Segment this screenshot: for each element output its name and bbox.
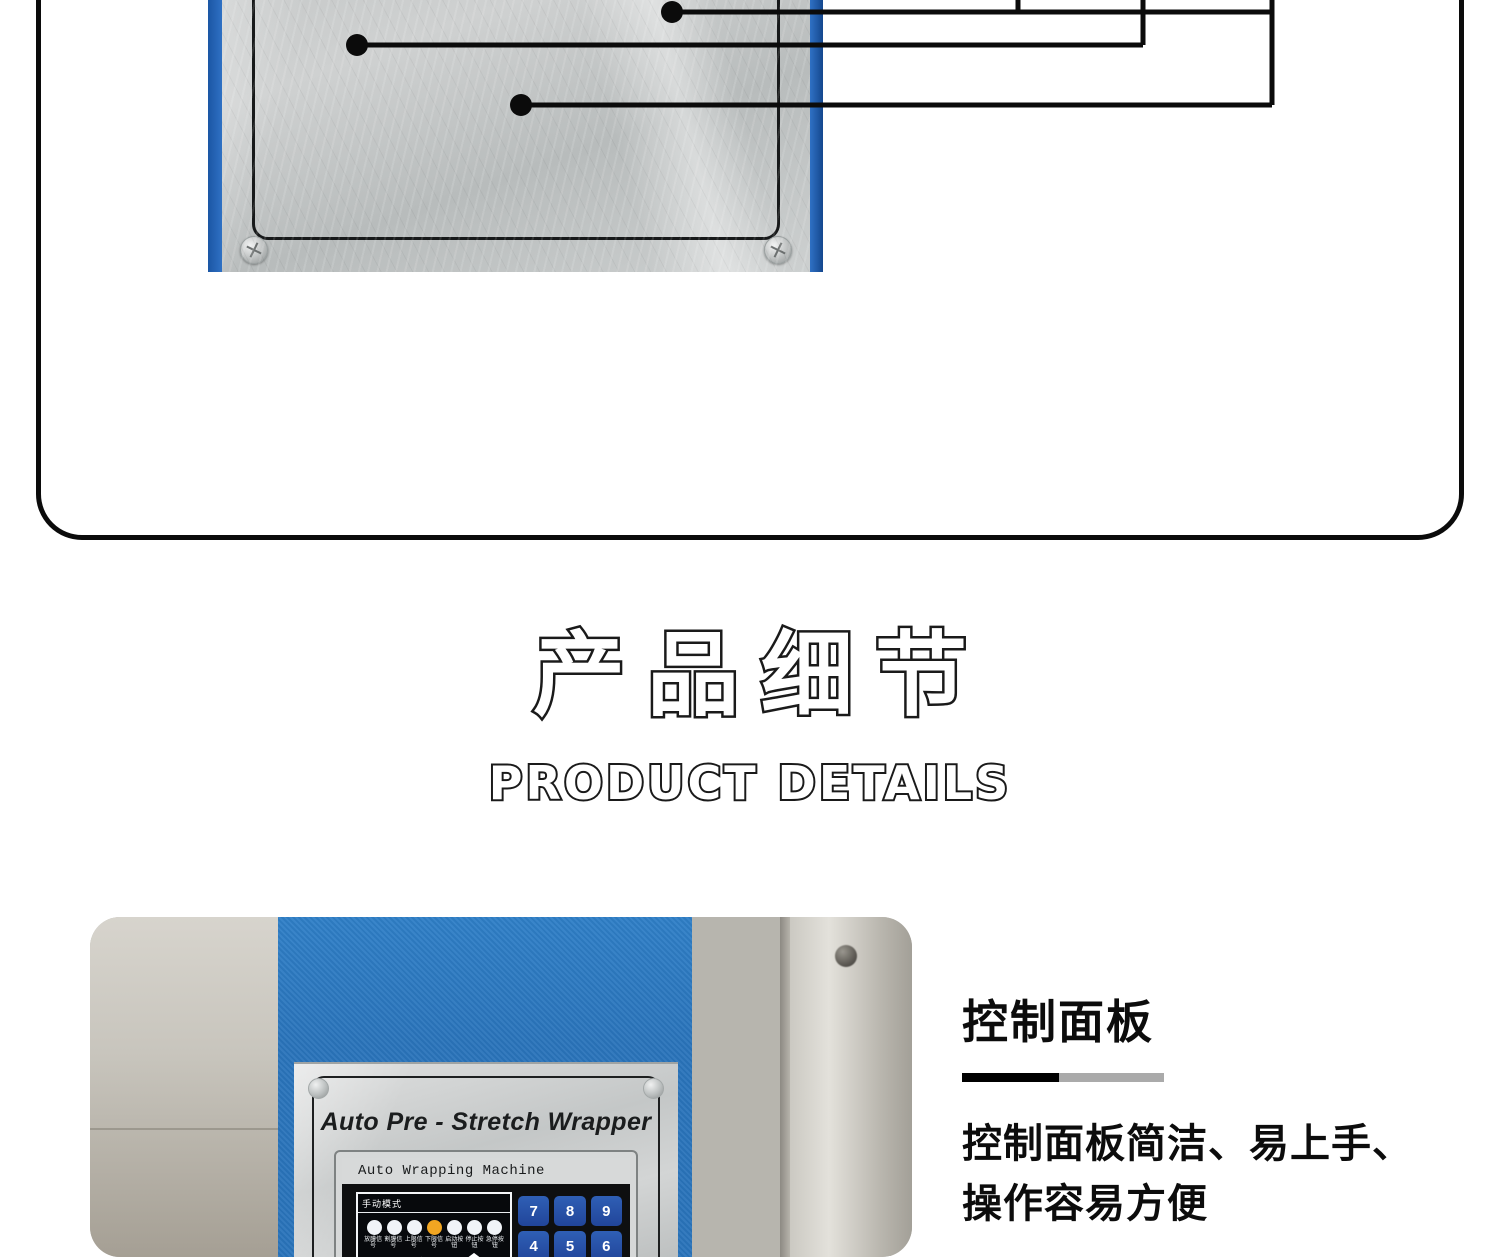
panel-faceplate: Auto Pre - Stretch Wrapper Auto Wrapping…: [294, 1062, 678, 1257]
product-details-title-block: 产品细节 PRODUCT DETAILS: [0, 630, 1500, 806]
hmi-led-active: [427, 1220, 442, 1235]
control-box-photo: 启动 START 停止 STOP 急停 EMERGENCY STOP ITALI…: [208, 0, 823, 272]
heading-divider: [962, 1073, 1164, 1082]
keypad-key-4[interactable]: 4: [518, 1231, 549, 1257]
hmi-led-label: 启动按钮: [445, 1237, 463, 1250]
hmi-led-label: 割膜信号: [384, 1237, 402, 1250]
keypad-key-7[interactable]: 7: [518, 1196, 549, 1226]
detail-heading: 控制面板: [962, 999, 1432, 1045]
hmi-led-label: 放膜信号: [364, 1237, 382, 1250]
hmi-led-label: 上限信号: [405, 1237, 423, 1250]
arrow-up-icon: [443, 1253, 505, 1257]
detail-section: Auto Pre - Stretch Wrapper Auto Wrapping…: [0, 917, 1500, 1257]
column-screw: [835, 945, 857, 967]
hmi-led: [387, 1220, 402, 1235]
hmi-screen: 手动模式 放膜信号 割膜信号 上限信号 下限信号: [356, 1192, 512, 1257]
machine-blue-edge-left: [208, 0, 222, 272]
plate-screw-right: [764, 236, 792, 264]
keypad-key-5[interactable]: 5: [554, 1231, 585, 1257]
hmi-led-label: 急停按钮: [486, 1237, 504, 1250]
keypad-key-9[interactable]: 9: [591, 1196, 622, 1226]
stainless-plate: 启动 START 停止 STOP 急停 EMERGENCY STOP ITALI…: [222, 0, 810, 272]
control-panel-photo: Auto Pre - Stretch Wrapper Auto Wrapping…: [90, 917, 912, 1257]
hmi-led-labels: 放膜信号 割膜信号 上限信号 下限信号 启动按钮 停止按钮 急停按钮: [358, 1235, 510, 1250]
hmi-display-unit[interactable]: Auto Wrapping Machine 手动模式 放膜信号: [336, 1152, 636, 1257]
hmi-led-label: 停止按钮: [466, 1237, 484, 1250]
page-title-cn: 产品细节: [0, 630, 1500, 722]
callout-section: 启动 START 停止 STOP 急停 EMERGENCY STOP ITALI…: [0, 0, 1500, 560]
panel-brand-text: Auto Pre - Stretch Wrapper: [294, 1108, 678, 1137]
engraved-border-line: [252, 0, 780, 240]
hmi-led-label: 下限信号: [425, 1237, 443, 1250]
faceplate-screw-right: [643, 1078, 664, 1099]
hmi-led-row: [358, 1213, 510, 1235]
faceplate-screw-left: [308, 1078, 329, 1099]
machine-blue-edge-right: [810, 0, 823, 272]
keypad-key-6[interactable]: 6: [591, 1231, 622, 1257]
machine-column-edge: [780, 917, 790, 1257]
page-title-en: PRODUCT DETAILS: [0, 760, 1500, 806]
divider-dark-segment: [962, 1073, 1059, 1082]
plate-screw-left: [240, 236, 268, 264]
detail-body-text: 控制面板简洁、易上手、操作容易方便: [962, 1114, 1432, 1234]
hmi-mode-label: 手动模式: [358, 1194, 510, 1213]
hmi-led: [407, 1220, 422, 1235]
hmi-led: [467, 1220, 482, 1235]
detail-copy-block: 控制面板 控制面板简洁、易上手、操作容易方便: [962, 999, 1432, 1234]
keypad-key-8[interactable]: 8: [554, 1196, 585, 1226]
hmi-led: [367, 1220, 382, 1235]
hmi-led: [447, 1220, 462, 1235]
machine-column: [790, 917, 912, 1257]
hmi-led: [487, 1220, 502, 1235]
hmi-title-bar: Auto Wrapping Machine: [342, 1158, 630, 1184]
divider-light-segment: [1059, 1073, 1164, 1082]
hmi-keypad[interactable]: 7 8 9 4 5 6 1 F1 2 3 0 F0 ·: [518, 1192, 622, 1257]
